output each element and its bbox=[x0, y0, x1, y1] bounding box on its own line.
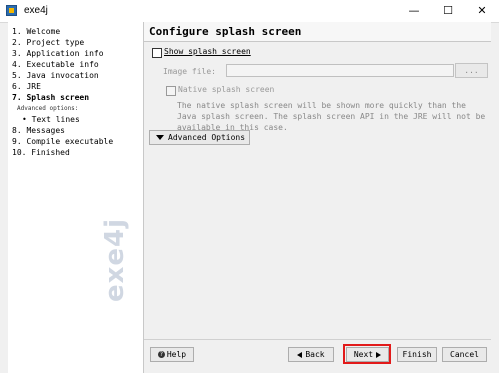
back-label: Back bbox=[305, 350, 325, 359]
step-welcome[interactable]: 1. Welcome bbox=[12, 26, 113, 37]
step-advanced-options-heading: Advanced options: bbox=[17, 105, 79, 112]
help-label: Help bbox=[166, 350, 187, 359]
step-application-info[interactable]: 3. Application info bbox=[12, 48, 113, 59]
finish-button[interactable]: Finish bbox=[397, 347, 437, 362]
minimize-icon: — bbox=[408, 4, 420, 17]
title-bar: exe4j — ☐ ✕ bbox=[0, 0, 499, 23]
maximize-icon: ☐ bbox=[443, 4, 453, 17]
triangle-down-icon bbox=[156, 135, 164, 140]
step-executable-info[interactable]: 4. Executable info bbox=[12, 59, 113, 70]
browse-button[interactable]: ... bbox=[455, 63, 488, 78]
close-icon: ✕ bbox=[477, 4, 487, 17]
wizard-steps-sidebar: 1. Welcome 2. Project type 3. Applicatio… bbox=[8, 22, 144, 373]
back-button[interactable]: Back bbox=[288, 347, 334, 362]
window-title: exe4j bbox=[24, 5, 48, 16]
page-title: Configure splash screen bbox=[144, 22, 491, 42]
footer-divider bbox=[144, 339, 491, 340]
step-java-invocation[interactable]: 5. Java invocation bbox=[12, 70, 113, 81]
main-panel: Configure splash screen Show splash scre… bbox=[144, 22, 491, 373]
advanced-options-label: Advanced Options bbox=[168, 133, 246, 142]
close-button[interactable]: ✕ bbox=[465, 0, 499, 22]
advanced-options-button[interactable]: Advanced Options bbox=[149, 130, 250, 145]
step-project-type[interactable]: 2. Project type bbox=[12, 37, 113, 48]
native-splash-checkbox[interactable] bbox=[166, 86, 176, 96]
minimize-button[interactable]: — bbox=[397, 0, 431, 22]
arrow-left-icon bbox=[297, 351, 303, 358]
step-finished[interactable]: 10. Finished bbox=[12, 147, 113, 158]
steps-list: 1. Welcome 2. Project type 3. Applicatio… bbox=[12, 26, 113, 158]
step-splash-screen[interactable]: 7. Splash screen bbox=[12, 92, 113, 103]
step-jre[interactable]: 6. JRE bbox=[12, 81, 113, 92]
maximize-button[interactable]: ☐ bbox=[431, 0, 465, 22]
image-file-field[interactable] bbox=[226, 64, 454, 77]
native-splash-label: Native splash screen bbox=[178, 85, 275, 94]
native-splash-description: The native splash screen will be shown m… bbox=[177, 101, 486, 132]
show-splash-label[interactable]: Show splash screen bbox=[164, 47, 251, 56]
next-button-highlight-box bbox=[343, 344, 391, 364]
show-splash-checkbox[interactable] bbox=[152, 48, 162, 58]
image-file-label: Image file: bbox=[163, 67, 216, 76]
step-compile-executable[interactable]: 9. Compile executable bbox=[12, 136, 113, 147]
help-icon: ? bbox=[157, 351, 165, 358]
exe4j-app-icon bbox=[6, 5, 17, 16]
help-button[interactable]: ? Help bbox=[150, 347, 194, 362]
exe4j-brand-logo: exe4j bbox=[100, 217, 130, 302]
cancel-button[interactable]: Cancel bbox=[442, 347, 487, 362]
step-messages[interactable]: 8. Messages bbox=[12, 125, 113, 136]
step-text-lines[interactable]: • Text lines bbox=[12, 114, 113, 125]
